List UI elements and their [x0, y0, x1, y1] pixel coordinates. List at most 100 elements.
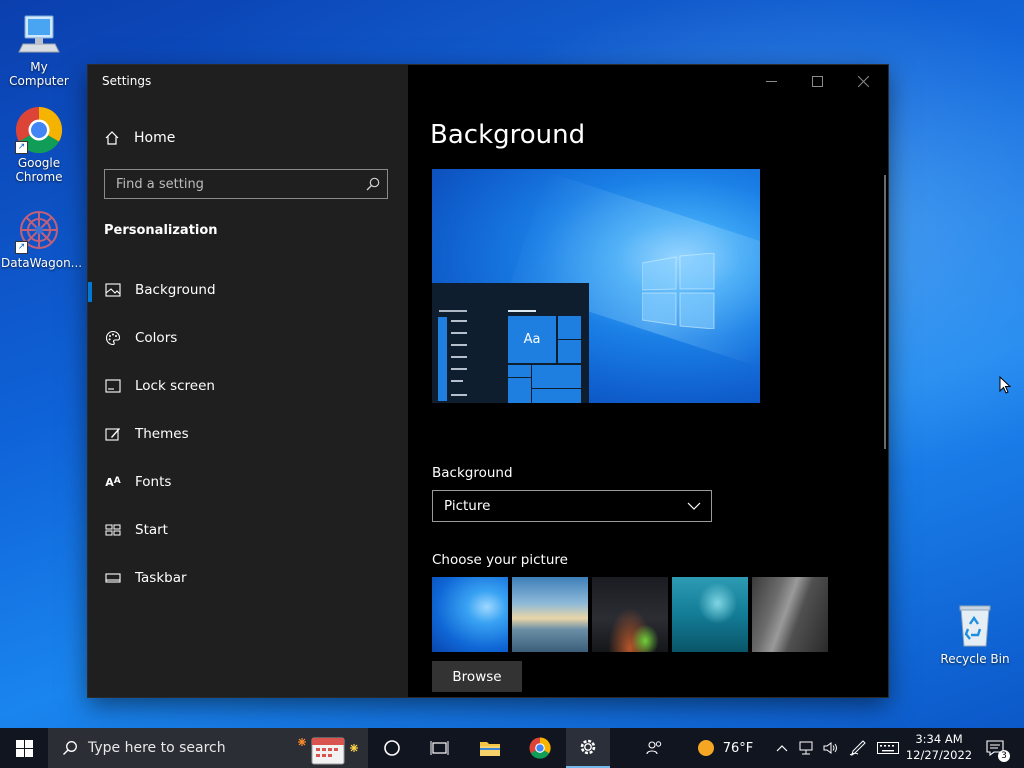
volume-button[interactable]: [820, 728, 842, 768]
thumbnail-night-sky[interactable]: [592, 577, 668, 652]
clock-date: 12/27/2022: [905, 748, 973, 762]
tile-header-line: [508, 310, 536, 312]
chrome-icon: [529, 737, 551, 759]
preview-tile-wide: [532, 365, 581, 388]
cortana-button[interactable]: [370, 728, 414, 768]
desktop-icon-label: Google Chrome: [15, 156, 63, 184]
sidebar-item-label: Start: [135, 522, 168, 538]
themes-icon: [104, 426, 122, 442]
people-button[interactable]: [640, 728, 670, 768]
minimize-icon: [765, 80, 777, 82]
thumbnail-windows-blue[interactable]: [432, 577, 508, 652]
preview-tile-small: [508, 378, 531, 403]
home-icon: [105, 131, 119, 145]
chrome-taskbar-button[interactable]: [518, 728, 562, 768]
settings-window: Settings Home Personalization Background…: [88, 65, 888, 697]
desktop-icon-my-computer[interactable]: My Computer: [1, 10, 77, 88]
settings-search-box[interactable]: [104, 169, 388, 199]
network-icon: [799, 741, 813, 755]
clock[interactable]: 3:34 AM 12/27/2022: [902, 731, 976, 763]
scrollbar[interactable]: [884, 175, 886, 449]
sidebar-item-lock-screen[interactable]: Lock screen: [88, 368, 408, 404]
preview-tile-small: [508, 365, 531, 377]
settings-sidebar: Settings Home Personalization Background…: [88, 65, 408, 697]
taskbar-search-box[interactable]: Type here to search: [48, 728, 368, 768]
datawagon-icon: ↗: [15, 206, 63, 254]
shortcut-arrow-icon: ↗: [15, 241, 28, 254]
desktop-icon-label: DataWagon...: [1, 256, 83, 270]
chrome-icon: ↗: [15, 106, 63, 154]
thumbnail-rock-cliff[interactable]: [752, 577, 828, 652]
task-view-icon: [430, 741, 449, 755]
preview-tile-small: [558, 340, 581, 363]
action-center-button[interactable]: 3: [978, 728, 1012, 768]
home-link[interactable]: Home: [104, 128, 175, 148]
home-label: Home: [134, 130, 176, 146]
sidebar-item-taskbar[interactable]: Taskbar: [88, 560, 408, 596]
start-button[interactable]: [0, 728, 48, 768]
search-icon: [63, 741, 77, 755]
sidebar-item-label: Taskbar: [135, 570, 187, 586]
settings-taskbar-button[interactable]: [566, 728, 610, 768]
desktop-icon-datawagon[interactable]: ↗ DataWagon...: [1, 206, 83, 270]
weather-temperature: 76°F: [722, 740, 754, 756]
sidebar-item-colors[interactable]: Colors: [88, 320, 408, 356]
sidebar-item-background[interactable]: Background: [88, 272, 408, 308]
desktop-icon-label: Recycle Bin: [940, 652, 1010, 666]
start-icon: [104, 524, 122, 536]
dropdown-value: Picture: [444, 498, 491, 514]
task-view-button[interactable]: [418, 728, 462, 768]
picture-thumbnails: [432, 577, 828, 652]
file-explorer-button[interactable]: [468, 728, 512, 768]
window-title: Settings: [102, 74, 152, 88]
sidebar-item-label: Fonts: [135, 474, 172, 490]
start-list-preview: [438, 310, 467, 401]
sidebar-item-label: Lock screen: [135, 378, 215, 394]
search-icon[interactable]: [365, 176, 381, 192]
minimize-button[interactable]: [748, 73, 794, 89]
section-title: Personalization: [104, 223, 218, 238]
calendar-fireworks-icon: [298, 737, 358, 765]
pen-workspace-button[interactable]: [846, 728, 870, 768]
thumbnail-beach-rocks[interactable]: [512, 577, 588, 652]
windows-start-icon: [15, 739, 33, 757]
desktop-icon-google-chrome[interactable]: ↗ Google Chrome: [1, 106, 77, 184]
touch-keyboard-button[interactable]: [874, 728, 902, 768]
taskbar-search-placeholder: Type here to search: [88, 740, 226, 756]
chevron-down-icon: [687, 502, 701, 510]
speaker-icon: [823, 742, 837, 754]
sidebar-item-themes[interactable]: Themes: [88, 416, 408, 452]
chevron-up-icon: [776, 745, 788, 752]
cortana-icon: [384, 740, 400, 756]
start-menu-preview: Aa: [432, 283, 589, 403]
keyboard-icon: [877, 742, 899, 754]
desktop-icon-recycle-bin[interactable]: Recycle Bin: [937, 602, 1013, 666]
page-title: Background: [430, 120, 586, 150]
maximize-icon: [811, 75, 823, 87]
browse-button[interactable]: Browse: [432, 661, 522, 692]
picture-icon: [104, 283, 122, 297]
notification-badge: 3: [998, 750, 1010, 762]
close-icon: [857, 75, 869, 87]
close-button[interactable]: [840, 73, 886, 89]
background-field-label: Background: [432, 465, 513, 481]
show-hidden-icons-button[interactable]: [772, 728, 792, 768]
sidebar-item-start[interactable]: Start: [88, 512, 408, 548]
lock-screen-icon: [104, 379, 122, 393]
shortcut-arrow-icon: ↗: [15, 141, 28, 154]
choose-picture-label: Choose your picture: [432, 552, 568, 568]
people-icon: [646, 741, 662, 755]
windows-logo: [642, 253, 715, 329]
background-type-dropdown[interactable]: Picture: [432, 490, 712, 522]
sun-icon: [697, 740, 714, 756]
thumbnail-underwater[interactable]: [672, 577, 748, 652]
settings-search-input[interactable]: [105, 170, 356, 198]
maximize-button[interactable]: [794, 73, 840, 89]
clock-time: 3:34 AM: [915, 732, 963, 746]
network-button[interactable]: [796, 728, 818, 768]
sidebar-item-label: Colors: [135, 330, 178, 346]
taskbar: Type here to search 76°F 3:34 AM 12/27/2…: [0, 728, 1024, 768]
computer-icon: [15, 10, 63, 58]
sidebar-item-fonts[interactable]: AA Fonts: [88, 464, 408, 500]
weather-widget[interactable]: 76°F: [690, 728, 760, 768]
